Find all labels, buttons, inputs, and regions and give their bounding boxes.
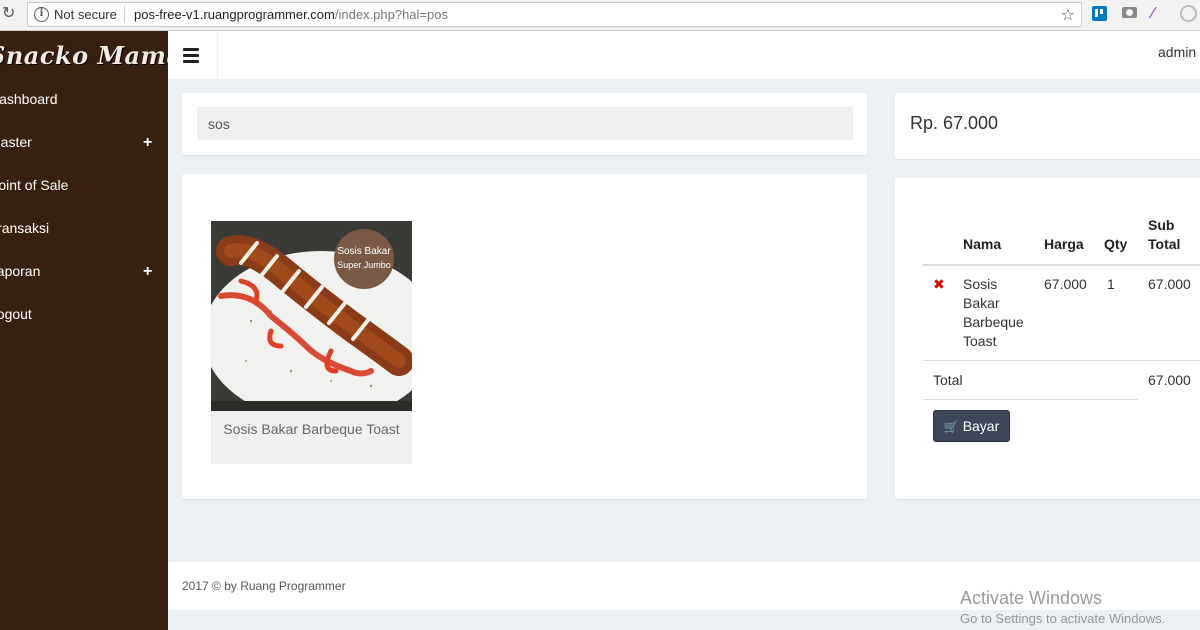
product-name[interactable]: Sosis Bakar Barbeque Toast (211, 421, 412, 437)
sidebar-item-point-of-sale[interactable]: Point of Sale (0, 164, 168, 207)
brand-logo[interactable]: Snacko Mama (0, 41, 183, 70)
address-bar[interactable]: i Not secure pos-free-v1.ruangprogrammer… (27, 2, 1082, 27)
url-divider (124, 6, 125, 23)
badge-text: Super Jumbo (337, 260, 391, 270)
total-divider (923, 399, 1138, 400)
info-icon[interactable]: i (34, 7, 49, 22)
browser-toolbar: ↻ i Not secure pos-free-v1.ruangprogramm… (0, 0, 1200, 31)
hamburger-icon[interactable] (168, 31, 218, 79)
pay-button-label: Bayar (962, 418, 1000, 434)
product-grid: Sosis Bakar Super Jumbo Sosis Bakar Barb… (182, 174, 867, 499)
windows-activation-watermark: Activate Windows Go to Settings to activ… (960, 588, 1165, 626)
sidebar-item-label: Dashboard (0, 91, 58, 107)
column-header-harga: Harga (1044, 236, 1084, 252)
trello-extension-icon[interactable] (1092, 6, 1107, 21)
sidebar-item-master[interactable]: Master + (0, 121, 168, 164)
column-header-subtotal-line2: Total (1148, 236, 1181, 252)
search-panel (182, 93, 867, 155)
cart-item-qty: 1 (1107, 276, 1115, 292)
watermark-title: Activate Windows (960, 588, 1103, 608)
footer-text: 2017 © by Ruang Programmer (182, 579, 346, 593)
cart-item-name-line: Barbeque (963, 314, 1024, 330)
column-header-subtotal-line1: Sub (1148, 217, 1175, 233)
badge-text: Sosis Bakar (337, 246, 391, 257)
star-icon[interactable]: ☆ (1061, 5, 1075, 25)
watermark-subtitle: Go to Settings to activate Windows. (960, 611, 1166, 626)
cart-item-name-line: Sosis (963, 276, 998, 292)
sidebar-item-label: Laporan (0, 263, 41, 279)
cart-panel: Nama Harga Qty Sub Total ✖ Sosis Bakar B… (895, 178, 1200, 499)
url-path: /index.php?hal=pos (334, 7, 448, 22)
sidebar-item-logout[interactable]: Logout (0, 293, 168, 336)
cart-item-price: 67.000 (1044, 276, 1087, 292)
column-header-nama: Nama (963, 236, 1002, 252)
cart-total-label: Total (933, 372, 963, 388)
cart-item-name-line: Bakar (963, 295, 1000, 311)
cart-item-name-line: Toast (963, 333, 997, 349)
product-image[interactable]: Sosis Bakar Super Jumbo (211, 221, 412, 411)
url-host: pos-free-v1.ruangprogrammer.com (134, 7, 335, 22)
sidebar: Snacko Mama Dashboard Master + Point of S… (0, 31, 182, 630)
user-menu[interactable]: admin (1158, 44, 1196, 60)
cart-total-value: 67.000 (1148, 372, 1191, 388)
sidebar-item-label: Logout (0, 306, 32, 322)
column-header-qty: Qty (1104, 236, 1128, 252)
plus-icon[interactable]: + (143, 121, 152, 164)
grand-total: Rp. 67.000 (910, 113, 999, 133)
pay-button[interactable]: 🛒 Bayar (933, 410, 1010, 442)
search-input[interactable] (197, 107, 853, 140)
camera-extension-icon[interactable] (1122, 7, 1137, 18)
cart-item-subtotal: 67.000 (1148, 276, 1191, 292)
sidebar-item-transaksi[interactable]: Transaksi (0, 207, 168, 250)
total-panel: Rp. 67.000 (895, 93, 1200, 159)
reload-icon[interactable]: ↻ (2, 5, 20, 23)
sidebar-item-label: Point of Sale (0, 177, 69, 193)
product-card[interactable]: Sosis Bakar Super Jumbo Sosis Bakar Barb… (211, 221, 412, 464)
settings-extension-icon[interactable] (1180, 5, 1197, 22)
remove-icon[interactable]: ✖ (933, 275, 945, 294)
sidebar-item-laporan[interactable]: Laporan + (0, 250, 168, 293)
top-header: admin (168, 31, 1200, 79)
header-divider (923, 264, 1200, 266)
row-divider (923, 360, 1200, 361)
sidebar-item-label: Transaksi (0, 220, 50, 236)
sidebar-item-dashboard[interactable]: Dashboard (0, 78, 168, 121)
plus-icon[interactable]: + (143, 250, 152, 293)
pen-extension-icon[interactable]: ∕ (1152, 6, 1167, 22)
cart-icon: 🛒 (943, 420, 959, 434)
url-text[interactable]: pos-free-v1.ruangprogrammer.com/index.ph… (134, 7, 448, 22)
security-label[interactable]: Not secure (54, 7, 117, 22)
sidebar-item-label: Master (0, 134, 32, 150)
sidebar-menu: Dashboard Master + Point of Sale Transaks… (0, 78, 168, 336)
